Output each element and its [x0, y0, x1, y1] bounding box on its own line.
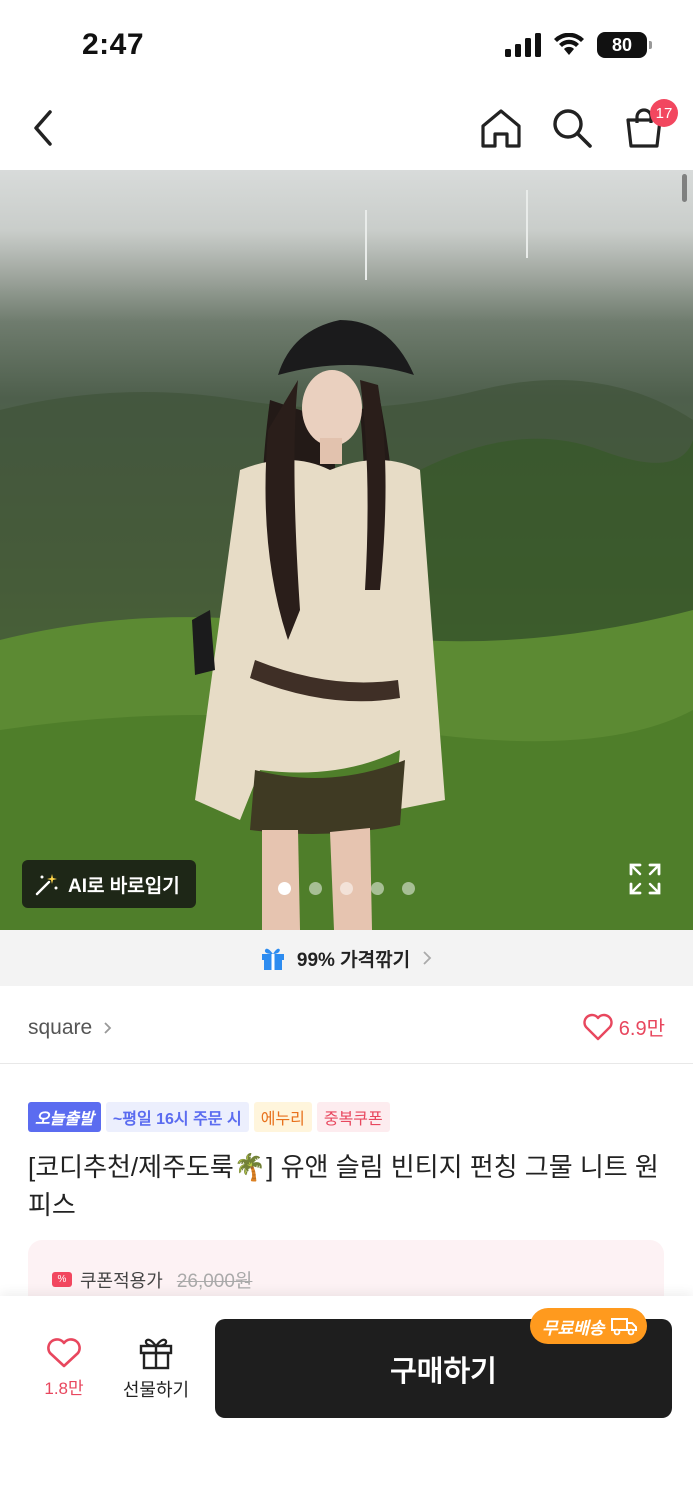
heart-icon	[47, 1338, 81, 1368]
carousel-dot[interactable]	[371, 882, 384, 895]
gift-button[interactable]: 선물하기	[116, 1336, 196, 1402]
shop-info-row: square 6.9만	[0, 1000, 693, 1056]
signal-icon	[505, 33, 541, 57]
coupon-price-row: % 쿠폰적용가 26,000원	[52, 1266, 252, 1293]
tag-today-shipping: 오늘출발	[28, 1102, 101, 1132]
shop-like-button[interactable]: 6.9만	[583, 1012, 665, 1041]
gift-box-icon	[261, 948, 284, 970]
search-icon[interactable]	[548, 104, 596, 152]
coupon-icon: %	[52, 1272, 72, 1287]
price-cut-label: 99% 가격깎기	[296, 949, 411, 971]
like-count: 1.8만	[44, 1379, 84, 1398]
cart-count-badge: 17	[650, 99, 678, 127]
carousel-indicator	[278, 882, 415, 895]
section-divider	[0, 1063, 693, 1064]
bottom-action-bar: 1.8만 선물하기 구매하기 무료배송	[0, 1296, 693, 1500]
coupon-label: 쿠폰적용가	[80, 1270, 163, 1291]
product-tags: 오늘출발 ~평일 16시 주문 시 에누리 중복쿠폰	[28, 1102, 390, 1132]
carousel-dot[interactable]	[340, 882, 353, 895]
home-icon[interactable]	[477, 104, 525, 152]
magic-wand-icon	[35, 874, 58, 896]
back-arrow-icon[interactable]	[26, 106, 66, 150]
truck-icon	[610, 1318, 637, 1336]
chevron-right-icon	[104, 1022, 112, 1034]
gift-icon	[139, 1338, 173, 1370]
product-title: [코디추천/제주도룩🌴] 유앤 슬림 빈티지 펀칭 그물 니트 원피스	[28, 1152, 659, 1220]
chevron-right-icon	[423, 951, 432, 965]
hero-scrollbar	[682, 174, 687, 202]
product-image-carousel[interactable]: AI로 바로입기	[0, 170, 693, 930]
like-button[interactable]: 1.8만	[34, 1338, 94, 1399]
gift-label: 선물하기	[122, 1380, 190, 1400]
status-bar: 2:47 80	[0, 0, 693, 90]
battery-indicator: 80	[597, 32, 652, 58]
shop-link[interactable]: square	[28, 1016, 114, 1040]
ai-try-on-label: AI로 바로입기	[68, 875, 180, 897]
tag-duplicate-coupon: 중복쿠폰	[316, 1102, 390, 1132]
ai-try-on-button[interactable]: AI로 바로입기	[22, 860, 196, 908]
free-shipping-label: 무료배송	[542, 1318, 605, 1338]
free-shipping-badge: 무료배송	[530, 1308, 647, 1344]
top-nav: 17	[0, 90, 693, 170]
price-cut-banner[interactable]: 99% 가격깎기	[0, 930, 693, 986]
buy-label: 구매하기	[390, 1355, 497, 1388]
carousel-dot[interactable]	[309, 882, 322, 895]
fullscreen-expand-icon[interactable]	[628, 862, 662, 896]
status-icons: 80	[505, 32, 652, 58]
shop-name: square	[28, 1016, 93, 1039]
shop-like-count: 6.9만	[618, 1018, 665, 1040]
carousel-dot[interactable]	[278, 882, 291, 895]
tag-order-deadline: ~평일 16시 주문 시	[105, 1102, 249, 1132]
status-time: 2:47	[82, 28, 145, 61]
carousel-dot[interactable]	[402, 882, 415, 895]
original-price: 26,000원	[176, 1271, 253, 1292]
wifi-icon	[554, 33, 584, 55]
product-photo	[0, 190, 693, 930]
tag-enuri: 에누리	[253, 1102, 312, 1132]
heart-icon	[583, 1013, 613, 1040]
